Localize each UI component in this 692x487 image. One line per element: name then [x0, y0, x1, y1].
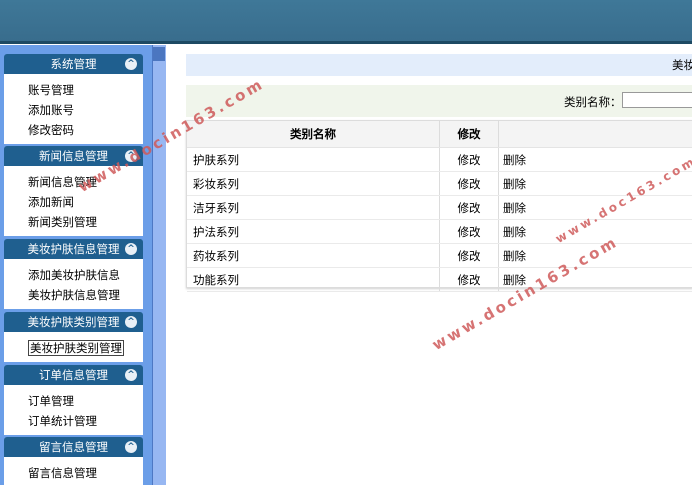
sidebar-item-beauty-category-manage[interactable]: 美妆护肤类别管理	[28, 338, 143, 358]
sidebar-item-account-manage[interactable]: 账号管理	[28, 80, 143, 100]
category-name: 洁牙系列	[187, 196, 440, 220]
section-body: 账号管理 添加账号 修改密码	[4, 74, 143, 144]
sidebar: 系统管理 ^ 账号管理 添加账号 修改密码 新闻信息管理 ^ 新闻信息管理 添加…	[0, 45, 152, 485]
sidebar-item-order-stats[interactable]: 订单统计管理	[28, 411, 143, 431]
table-row: 彩妆系列 修改 删除	[187, 172, 692, 196]
scrollbar-thumb[interactable]	[153, 47, 165, 61]
section-body: 留言信息管理	[4, 457, 143, 487]
edit-link[interactable]: 修改	[440, 268, 499, 292]
section-title: 订单信息管理	[39, 368, 108, 382]
sidebar-item-news-category[interactable]: 新闻类别管理	[28, 212, 143, 232]
sidebar-section-orders: 订单信息管理 ^ 订单管理 订单统计管理	[4, 365, 143, 435]
collapse-icon[interactable]: ^	[125, 243, 137, 255]
edit-link[interactable]: 修改	[440, 220, 499, 244]
sidebar-item-label: 添加账号	[28, 103, 74, 117]
main-content: 美妆护肤 类别名称： 类别名称 修改 护肤系列 修改 删除 彩妆系列	[166, 45, 692, 485]
table-header-row: 类别名称 修改	[187, 121, 692, 148]
table-row: 护肤系列 修改 删除	[187, 148, 692, 172]
category-name: 护肤系列	[187, 148, 440, 172]
delete-link[interactable]: 删除	[499, 148, 692, 172]
section-header[interactable]: 订单信息管理 ^	[4, 365, 143, 385]
category-name: 彩妆系列	[187, 172, 440, 196]
column-header-name: 类别名称	[187, 121, 440, 148]
section-title: 新闻信息管理	[39, 149, 108, 163]
table-row: 功能系列 修改 删除	[187, 268, 692, 292]
sidebar-item-label: 订单管理	[28, 394, 74, 408]
sidebar-item-label: 修改密码	[28, 123, 74, 137]
category-name: 功能系列	[187, 268, 440, 292]
category-name: 护法系列	[187, 220, 440, 244]
page-title: 美妆护肤	[672, 54, 692, 76]
search-label: 类别名称：	[564, 94, 622, 110]
edit-link[interactable]: 修改	[440, 196, 499, 220]
category-name: 药妆系列	[187, 244, 440, 268]
collapse-icon[interactable]: ^	[125, 441, 137, 453]
section-header[interactable]: 美妆护肤信息管理 ^	[4, 239, 143, 259]
section-header[interactable]: 留言信息管理 ^	[4, 437, 143, 457]
section-body: 新闻信息管理 添加新闻 新闻类别管理	[4, 166, 143, 236]
sidebar-section-beauty-category: 美妆护肤类别管理 ^ 美妆护肤类别管理	[4, 312, 143, 362]
sidebar-item-label: 美妆护肤信息管理	[28, 288, 120, 302]
edit-link[interactable]: 修改	[440, 244, 499, 268]
section-title: 美妆护肤信息管理	[28, 242, 120, 256]
edit-link[interactable]: 修改	[440, 172, 499, 196]
category-name-input[interactable]	[622, 92, 692, 108]
section-title: 留言信息管理	[39, 440, 108, 454]
section-header[interactable]: 系统管理 ^	[4, 54, 143, 74]
sidebar-section-messages: 留言信息管理 ^ 留言信息管理	[4, 437, 143, 487]
section-title: 美妆护肤类别管理	[28, 315, 120, 329]
page-title-bar: 美妆护肤	[186, 54, 692, 76]
collapse-icon[interactable]: ^	[125, 316, 137, 328]
top-banner	[0, 0, 692, 44]
section-body: 美妆护肤类别管理	[4, 332, 143, 362]
column-header-delete	[499, 121, 692, 148]
sidebar-item-message-manage[interactable]: 留言信息管理	[28, 463, 143, 483]
sidebar-item-order-manage[interactable]: 订单管理	[28, 391, 143, 411]
sidebar-item-label: 账号管理	[28, 83, 74, 97]
section-title: 系统管理	[51, 57, 97, 71]
sidebar-item-beauty-info-manage[interactable]: 美妆护肤信息管理	[28, 285, 143, 305]
sidebar-item-label: 订单统计管理	[28, 414, 97, 428]
sidebar-item-label: 添加美妆护肤信息	[28, 268, 120, 282]
edit-link[interactable]: 修改	[440, 148, 499, 172]
sidebar-item-add-beauty-info[interactable]: 添加美妆护肤信息	[28, 265, 143, 285]
collapse-icon[interactable]: ^	[125, 58, 137, 70]
sidebar-item-label: 添加新闻	[28, 195, 74, 209]
sidebar-item-label: 留言信息管理	[28, 466, 97, 480]
collapse-icon[interactable]: ^	[125, 369, 137, 381]
sidebar-scrollbar[interactable]	[152, 45, 167, 485]
top-banner-divider	[0, 41, 692, 44]
section-body: 订单管理 订单统计管理	[4, 385, 143, 435]
sidebar-item-label: 美妆护肤类别管理	[28, 340, 124, 356]
section-header[interactable]: 美妆护肤类别管理 ^	[4, 312, 143, 332]
column-header-edit: 修改	[440, 121, 499, 148]
section-body: 添加美妆护肤信息 美妆护肤信息管理	[4, 259, 143, 309]
sidebar-item-label: 新闻类别管理	[28, 215, 97, 229]
sidebar-item-change-password[interactable]: 修改密码	[28, 120, 143, 140]
sidebar-section-beauty-info: 美妆护肤信息管理 ^ 添加美妆护肤信息 美妆护肤信息管理	[4, 239, 143, 309]
sidebar-item-add-account[interactable]: 添加账号	[28, 100, 143, 120]
sidebar-section-system: 系统管理 ^ 账号管理 添加账号 修改密码	[4, 54, 143, 144]
